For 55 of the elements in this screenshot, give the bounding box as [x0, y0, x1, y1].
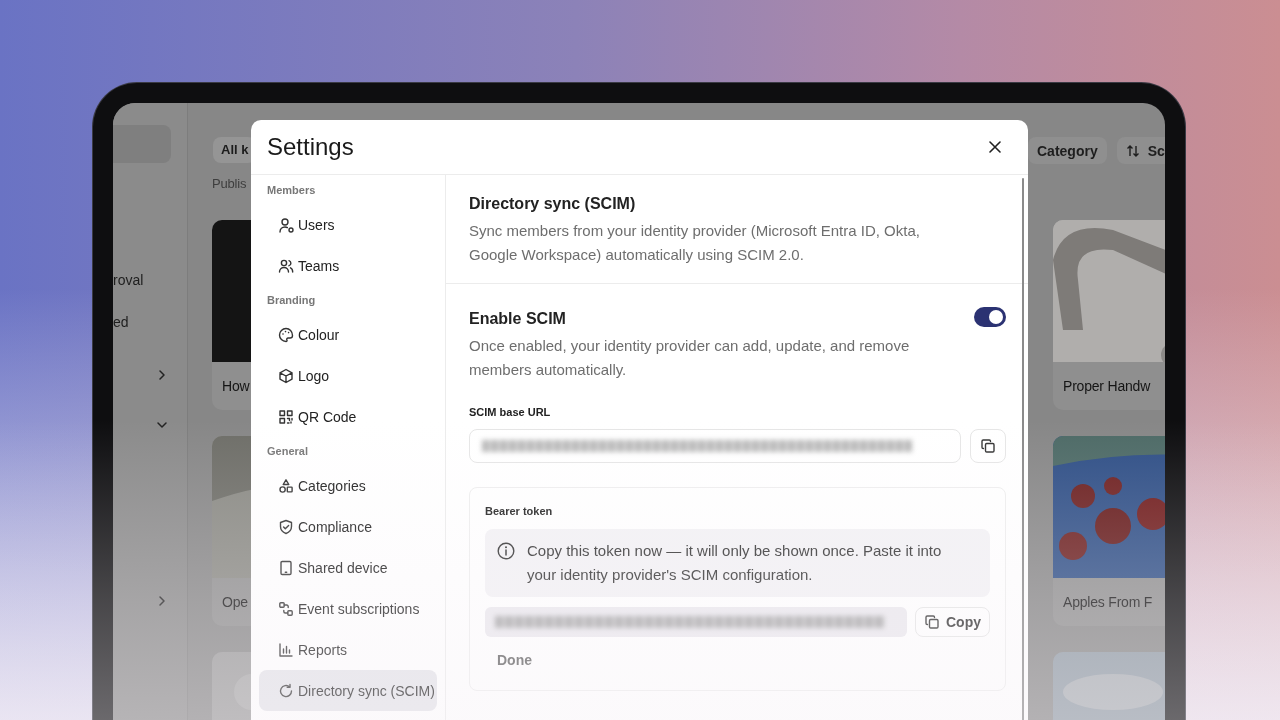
nav-item[interactable]: Shared device [259, 547, 437, 588]
nav-item[interactable]: Users [259, 204, 437, 245]
category-button[interactable]: Category [1028, 137, 1107, 164]
group-heading: Branding [267, 293, 317, 308]
notice-text: Copy this token now — it will only be shown once. Paste it into your identity provider's SCIM configuration. [527, 541, 943, 585]
dialog-title: Settings [267, 133, 354, 161]
sidebar-item[interactable]: ed [113, 312, 187, 332]
card-label: Bearer token [485, 504, 554, 519]
article-card[interactable]: Proper Handw [1053, 220, 1165, 410]
toggle-switch[interactable] [974, 307, 1006, 327]
field-label: SCIM base URL [469, 405, 552, 420]
nav-item[interactable]: Colour [259, 314, 437, 355]
nav-item[interactable]: Directory sync (SCIM) [259, 670, 437, 711]
sort-button[interactable]: Sc [1116, 137, 1165, 164]
qr-code-icon [278, 408, 294, 425]
scrollbar[interactable] [1022, 178, 1024, 720]
palette-icon [278, 326, 294, 343]
sort-icon [1125, 143, 1140, 158]
nodes-icon [278, 600, 294, 617]
setting-label: Enable SCIM [469, 309, 566, 329]
done-button[interactable]: Done [485, 645, 544, 675]
copy-icon [924, 614, 940, 630]
bar-chart-icon [278, 641, 294, 658]
shield-icon [278, 518, 294, 535]
people-icon [278, 257, 294, 274]
refresh-icon [278, 682, 294, 699]
nav-item[interactable]: Teams [259, 245, 437, 286]
subtitle: Publis [212, 175, 247, 193]
card-title: Ope [222, 593, 248, 611]
cube-icon [278, 367, 294, 384]
info-icon [497, 542, 515, 560]
token-field[interactable] [485, 607, 907, 637]
sidebar-item[interactable]: roval [113, 270, 187, 290]
nav-item[interactable]: Logo [259, 355, 437, 396]
nav-item[interactable]: Reports [259, 629, 437, 670]
shapes-icon [278, 477, 294, 494]
group-heading: General [267, 444, 309, 459]
nav-item[interactable]: QR Code [259, 396, 437, 437]
nav-item[interactable]: Event subscriptions [259, 588, 437, 629]
url-field[interactable] [469, 429, 961, 463]
card-title: Apples From F [1063, 593, 1153, 611]
nav-item[interactable]: Categories [259, 465, 437, 506]
copy-button[interactable]: Copy [915, 607, 990, 637]
person-icon [278, 216, 294, 233]
article-card[interactable]: Apples From F [1053, 436, 1165, 626]
section-title: Directory sync (SCIM) [469, 194, 637, 214]
section-description: Sync members from your identity provider (Microsoft Entra ID, Okta, Google Workspace) automatically using SCIM 2.0. [469, 221, 921, 265]
copy-button[interactable] [970, 429, 1006, 463]
setting-description: Once enabled, your identity provider can add, update, and remove members automatically. [469, 336, 911, 380]
card-title: Proper Handw [1063, 377, 1151, 395]
card-title: How [222, 377, 250, 395]
group-heading: Members [267, 183, 317, 198]
nav-item[interactable]: Compliance [259, 506, 437, 547]
tablet-icon [278, 559, 294, 576]
copy-icon [980, 438, 996, 454]
